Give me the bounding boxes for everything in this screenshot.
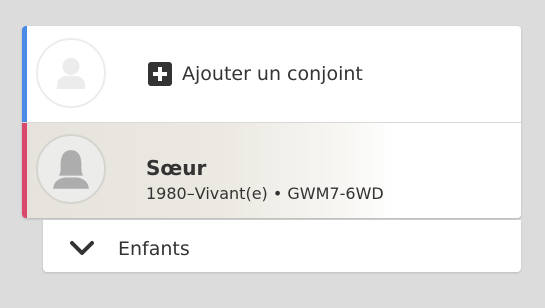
person-lifespan: 1980–Vivant(e): [146, 184, 268, 203]
female-silhouette-icon: [53, 150, 89, 189]
plus-square-icon: [148, 62, 172, 86]
sister-row[interactable]: Sœur 1980–Vivant(e) • GWM7-6WD: [22, 123, 521, 218]
sister-avatar[interactable]: [36, 134, 106, 204]
person-id: GWM7-6WD: [287, 184, 384, 203]
person-silhouette-icon: [56, 57, 86, 90]
family-card: Ajouter un conjoint Sœur 1980–Vivant(e) …: [22, 26, 521, 218]
person-details: 1980–Vivant(e) • GWM7-6WD: [146, 184, 384, 203]
family-panel: Ajouter un conjoint Sœur 1980–Vivant(e) …: [0, 0, 545, 308]
spouse-row: Ajouter un conjoint: [22, 26, 521, 122]
spouse-accent-bar: [22, 26, 27, 122]
add-spouse-label: Ajouter un conjoint: [182, 63, 363, 85]
sister-accent-bar: [22, 123, 27, 218]
children-toggle[interactable]: Enfants: [43, 220, 521, 272]
children-label: Enfants: [118, 238, 190, 260]
spouse-avatar-placeholder: [36, 38, 106, 108]
person-name[interactable]: Sœur: [146, 156, 206, 180]
meta-separator: •: [272, 184, 283, 203]
chevron-down-icon: [70, 241, 94, 255]
add-spouse-button[interactable]: Ajouter un conjoint: [148, 60, 363, 88]
